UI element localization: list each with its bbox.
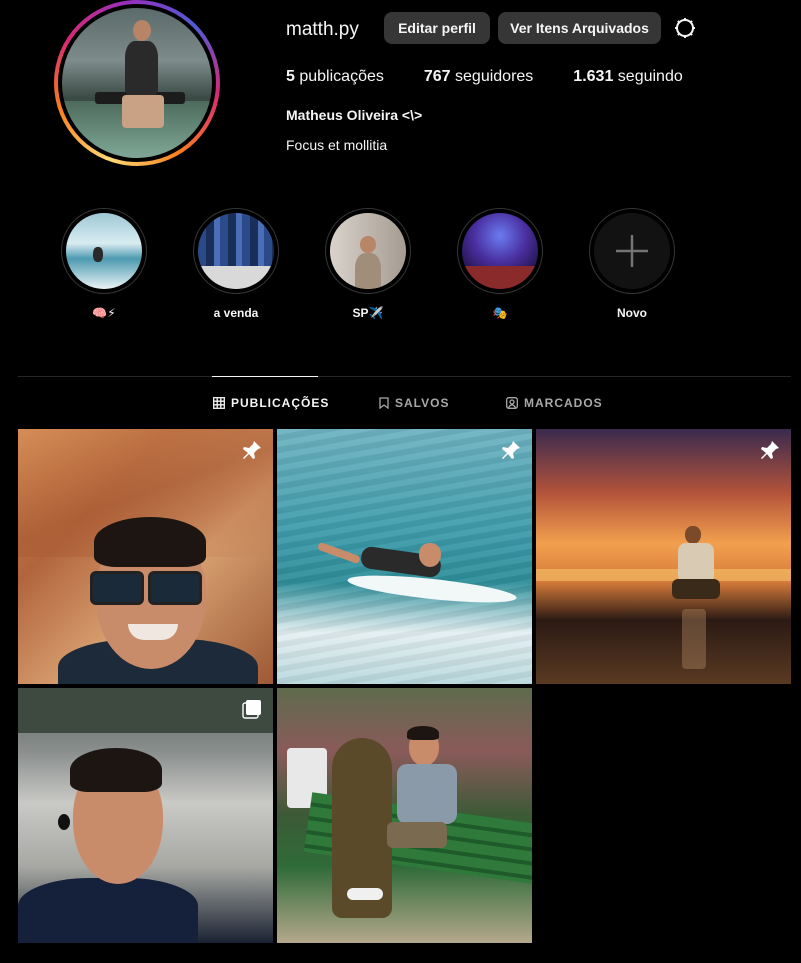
post-tile[interactable] [18, 429, 273, 684]
highlight-item[interactable]: 🧠⚡ [61, 208, 147, 320]
carousel-icon [242, 700, 261, 719]
new-highlight-button[interactable]: Novo [589, 208, 675, 320]
post-tile[interactable] [277, 688, 532, 943]
tab-posts[interactable]: PUBLICAÇÕES [213, 396, 329, 410]
highlight-label: a venda [213, 306, 259, 320]
profile-stats: 5 publicações 767 seguidores 1.631 segui… [286, 68, 723, 86]
highlight-item[interactable]: a venda [193, 208, 279, 320]
username: matth.py [286, 19, 359, 40]
stat-followers[interactable]: 767 seguidores [424, 68, 533, 86]
archived-items-button[interactable]: Ver Itens Arquivados [498, 12, 661, 44]
highlight-label: 🎭 [492, 306, 508, 320]
pin-icon [243, 441, 261, 459]
highlight-label: 🧠⚡ [92, 306, 116, 320]
settings-icon[interactable] [673, 16, 697, 40]
avatar-photo [62, 8, 212, 158]
bookmark-icon [379, 397, 389, 409]
highlight-item[interactable]: SP✈️ [325, 208, 411, 320]
stat-following[interactable]: 1.631 seguindo [573, 68, 682, 86]
full-name: Matheus Oliveira <\> [286, 107, 423, 123]
plus-icon [616, 235, 648, 267]
pin-icon [502, 441, 520, 459]
tab-divider [18, 376, 791, 377]
tab-saved[interactable]: SALVOS [379, 396, 449, 410]
highlight-label: Novo [617, 306, 647, 320]
highlight-label: SP✈️ [352, 306, 384, 320]
post-tile[interactable] [536, 429, 791, 684]
profile-avatar[interactable] [54, 0, 220, 166]
highlight-item[interactable]: 🎭 [457, 208, 543, 320]
pin-icon [761, 441, 779, 459]
post-tile[interactable] [277, 429, 532, 684]
post-tile[interactable] [18, 688, 273, 943]
tab-tagged[interactable]: MARCADOS [506, 396, 603, 410]
grid-icon [213, 397, 225, 409]
stat-posts: 5 publicações [286, 68, 384, 85]
edit-profile-button[interactable]: Editar perfil [384, 12, 490, 44]
active-tab-indicator [212, 376, 318, 377]
tagged-user-icon [506, 397, 518, 409]
bio: Focus et mollitia [286, 137, 388, 153]
